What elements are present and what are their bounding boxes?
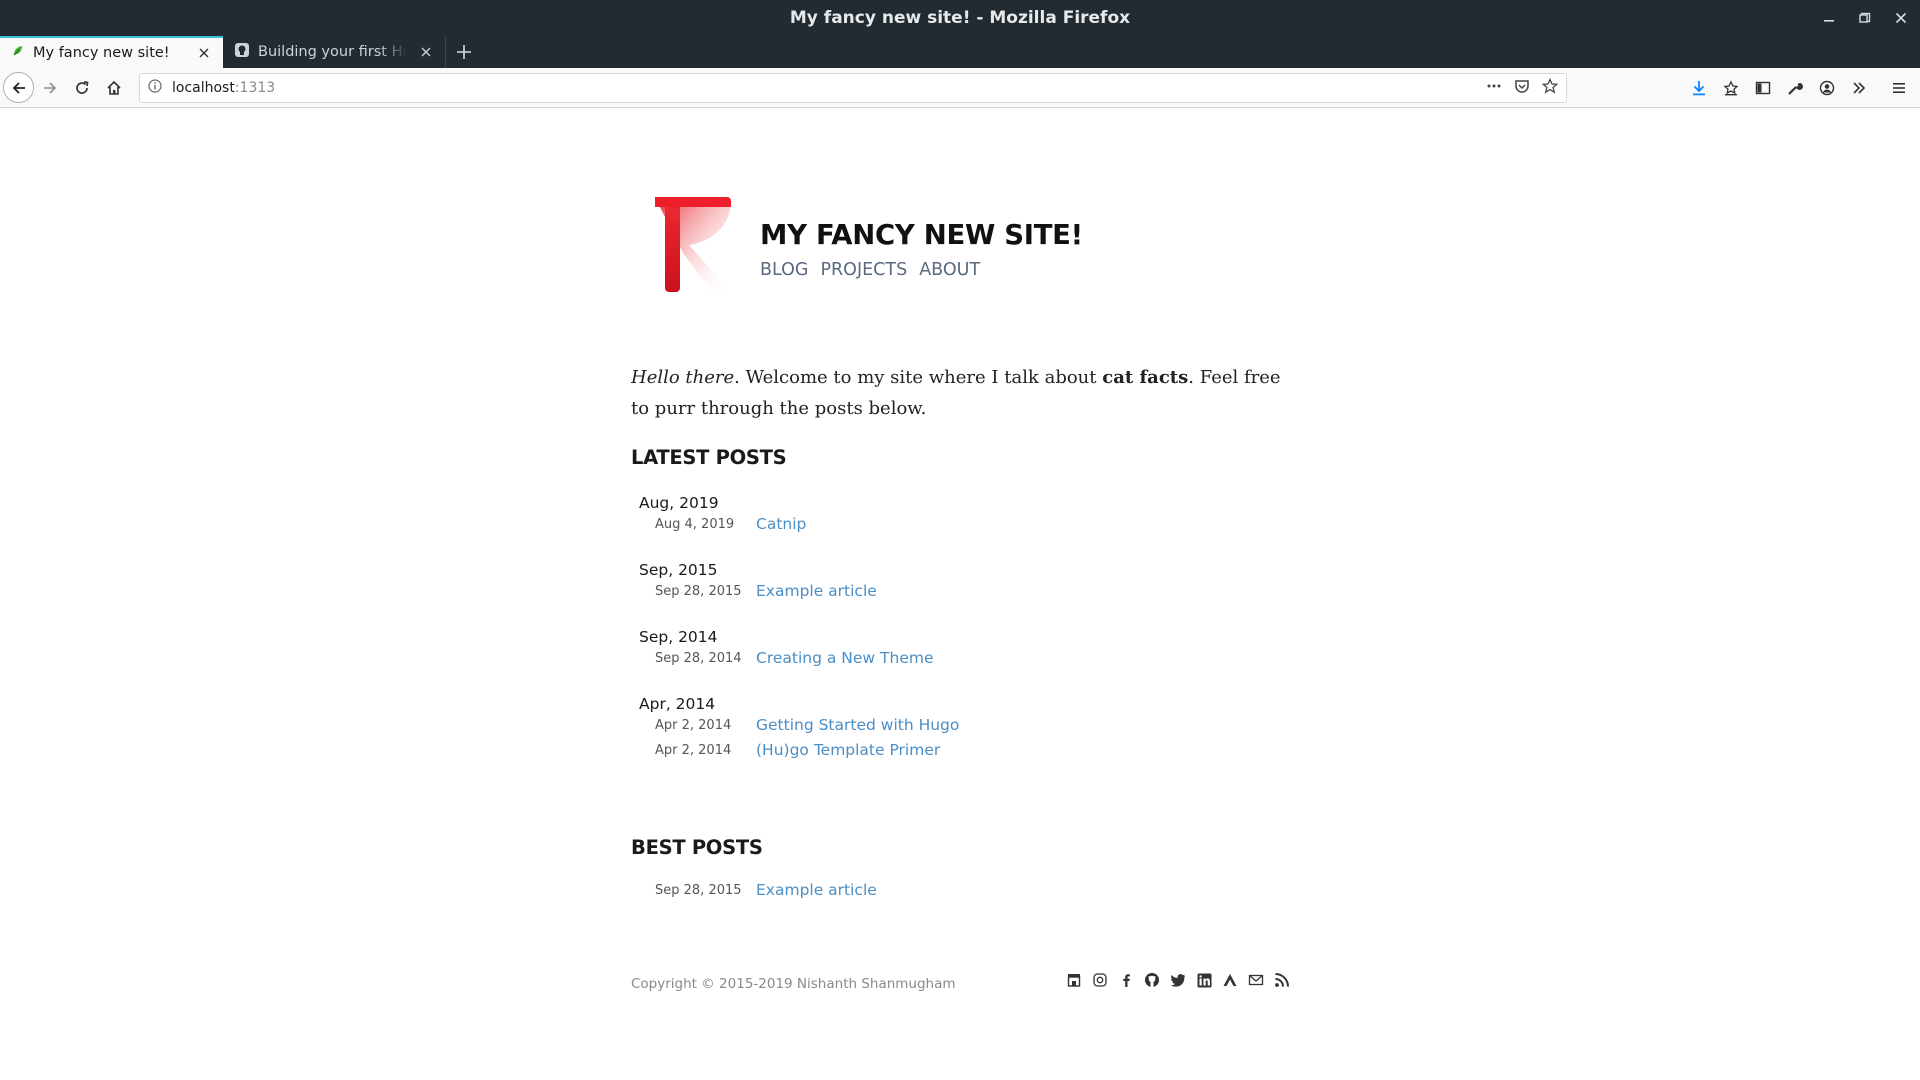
post-link[interactable]: Getting Started with Hugo bbox=[756, 716, 959, 734]
home-button[interactable] bbox=[98, 72, 130, 104]
social-links bbox=[1065, 971, 1291, 989]
post-date: Sep 28, 2015 bbox=[655, 882, 742, 898]
keybase-icon[interactable] bbox=[1221, 971, 1239, 989]
list-item: Apr 2, 2014 Getting Started with Hugo bbox=[655, 714, 959, 736]
intro-greeting: Hello there bbox=[631, 367, 735, 388]
latest-posts-heading: LATEST POSTS bbox=[631, 446, 787, 469]
site-logo[interactable] bbox=[653, 195, 733, 295]
post-link[interactable]: Creating a New Theme bbox=[756, 649, 934, 667]
intro-text-1: . Welcome to my site where I talk about bbox=[734, 367, 1103, 388]
list-item: Aug 4, 2019 Catnip bbox=[655, 513, 806, 535]
nav-link-about[interactable]: ABOUT bbox=[919, 260, 980, 280]
reload-button[interactable] bbox=[66, 72, 98, 104]
post-date: Aug 4, 2019 bbox=[655, 516, 735, 532]
window-title: My fancy new site! - Mozilla Firefox bbox=[789, 8, 1131, 28]
window-titlebar: My fancy new site! - Mozilla Firefox bbox=[0, 0, 1920, 36]
post-link[interactable]: Catnip bbox=[756, 515, 806, 533]
facebook-icon[interactable] bbox=[1117, 971, 1135, 989]
close-tab-icon[interactable] bbox=[195, 44, 213, 62]
hamburger-menu-icon[interactable] bbox=[1888, 77, 1910, 99]
downloads-icon[interactable] bbox=[1688, 77, 1710, 99]
plus-icon bbox=[457, 45, 471, 59]
forward-button[interactable] bbox=[34, 72, 66, 104]
post-link[interactable]: (Hu)go Template Primer bbox=[756, 741, 940, 759]
rss-icon[interactable] bbox=[1273, 971, 1291, 989]
best-posts-heading: BEST POSTS bbox=[631, 836, 763, 859]
url-actions bbox=[1486, 77, 1559, 98]
post-date: Apr 2, 2014 bbox=[655, 717, 732, 733]
post-date: Apr 2, 2014 bbox=[655, 742, 732, 758]
github-favicon-icon bbox=[235, 43, 249, 61]
instagram-icon[interactable] bbox=[1091, 971, 1109, 989]
month-heading: Sep, 2014 bbox=[639, 628, 718, 646]
sidebar-icon[interactable] bbox=[1752, 77, 1774, 99]
intro-paragraph: Hello there. Welcome to my site where I … bbox=[631, 362, 1291, 424]
library-icon[interactable] bbox=[1720, 77, 1742, 99]
list-item: Sep 28, 2014 Creating a New Theme bbox=[655, 647, 934, 669]
nav-link-projects[interactable]: PROJECTS bbox=[820, 260, 907, 280]
tab-label: Building your first Hugo bbox=[258, 44, 408, 60]
copyright-text: Copyright © 2015-2019 Nishanth Shanmugha… bbox=[631, 976, 956, 992]
list-item: Apr 2, 2014 (Hu)go Template Primer bbox=[655, 739, 940, 761]
post-date: Sep 28, 2014 bbox=[655, 650, 742, 666]
close-tab-icon[interactable] bbox=[417, 43, 435, 61]
close-window-button[interactable] bbox=[1890, 7, 1912, 29]
account-icon[interactable] bbox=[1816, 77, 1838, 99]
home-icon bbox=[107, 80, 121, 95]
new-tab-button[interactable] bbox=[446, 36, 482, 68]
tab-my-fancy-new-site[interactable]: My fancy new site! bbox=[0, 36, 223, 68]
month-heading: Apr, 2014 bbox=[639, 695, 716, 713]
leaf-favicon-icon bbox=[12, 45, 24, 61]
twitter-icon[interactable] bbox=[1169, 971, 1187, 989]
site-footer: Copyright © 2015-2019 Nishanth Shanmugha… bbox=[631, 971, 1291, 997]
url-port: :1313 bbox=[234, 80, 276, 96]
tab-label: My fancy new site! bbox=[33, 45, 170, 61]
wrench-icon[interactable] bbox=[1784, 77, 1806, 99]
month-heading: Sep, 2015 bbox=[639, 561, 718, 579]
pocket-icon[interactable] bbox=[1514, 78, 1530, 98]
site-title[interactable]: MY FANCY NEW SITE! bbox=[760, 219, 1083, 251]
site-nav: BLOG PROJECTS ABOUT bbox=[760, 260, 980, 280]
github-icon[interactable] bbox=[1143, 971, 1161, 989]
info-icon[interactable] bbox=[148, 79, 162, 97]
list-item: Sep 28, 2015 Example article bbox=[655, 580, 877, 602]
post-date: Sep 28, 2015 bbox=[655, 583, 742, 599]
page-viewport: MY FANCY NEW SITE! BLOG PROJECTS ABOUT H… bbox=[0, 109, 1920, 1080]
linkedin-icon[interactable] bbox=[1195, 971, 1213, 989]
site-header: MY FANCY NEW SITE! BLOG PROJECTS ABOUT bbox=[653, 195, 1153, 295]
nav-link-blog[interactable]: BLOG bbox=[760, 260, 808, 280]
intro-bold: cat facts bbox=[1102, 367, 1189, 388]
month-heading: Aug, 2019 bbox=[639, 494, 719, 512]
email-icon[interactable] bbox=[1247, 971, 1265, 989]
list-item: Sep 28, 2015 Example article bbox=[655, 879, 877, 901]
tab-building-first-hugo[interactable]: Building your first Hugo bbox=[223, 36, 446, 68]
back-button[interactable] bbox=[3, 72, 34, 103]
post-link[interactable]: Example article bbox=[756, 582, 877, 600]
url-bar[interactable]: localhost:1313 bbox=[139, 73, 1567, 103]
minimize-button[interactable] bbox=[1818, 7, 1840, 29]
post-link[interactable]: Example article bbox=[756, 881, 877, 899]
overflow-chevron-icon[interactable] bbox=[1848, 77, 1870, 99]
tab-strip: My fancy new site! Building your first H… bbox=[0, 36, 1920, 68]
url-host: localhost bbox=[172, 80, 235, 96]
arrow-left-icon bbox=[12, 81, 25, 94]
reload-icon bbox=[76, 80, 89, 94]
toolbar-right bbox=[1688, 68, 1920, 108]
arrow-right-icon bbox=[44, 81, 57, 94]
window-controls bbox=[1818, 0, 1912, 36]
bookmark-star-icon[interactable] bbox=[1541, 77, 1559, 98]
store-icon[interactable] bbox=[1065, 971, 1083, 989]
maximize-button[interactable] bbox=[1854, 7, 1876, 29]
page-actions-icon[interactable] bbox=[1486, 78, 1502, 98]
navigation-toolbar: localhost:1313 bbox=[0, 68, 1920, 108]
